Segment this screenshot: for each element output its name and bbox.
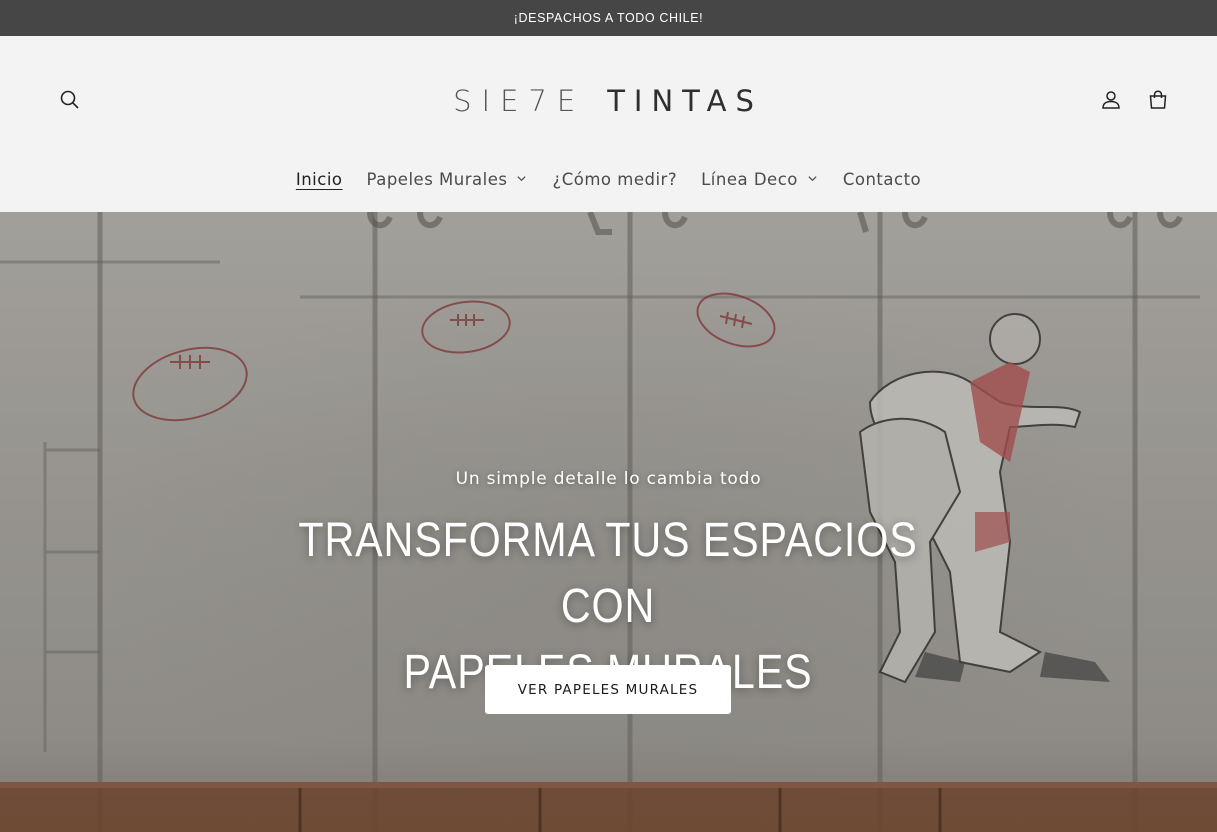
view-wallpapers-button[interactable]: VER PAPELES MURALES	[485, 665, 731, 714]
site-header: SIE7E TINTAS Inicio Papeles Murales ¿Cóm…	[0, 36, 1217, 212]
chevron-down-icon	[807, 173, 819, 185]
nav-item-label: Línea Deco	[701, 169, 798, 189]
hero-title-line-1: TRANSFORMA TUS ESPACIOS CON	[298, 514, 918, 633]
user-icon	[1102, 91, 1120, 109]
logo-word-tintas: TINTAS	[607, 84, 763, 118]
nav-item-label: Inicio	[295, 169, 343, 189]
nav-item-inicio[interactable]: Inicio	[284, 162, 355, 196]
nav-item-contacto[interactable]: Contacto	[831, 162, 933, 196]
nav-item-label: Papeles Murales	[366, 169, 508, 189]
main-navigation: Inicio Papeles Murales ¿Cómo medir? Líne…	[0, 162, 1217, 196]
search-icon	[60, 90, 79, 109]
hero-banner: Un simple detalle lo cambia todo TRANSFO…	[0, 212, 1217, 832]
nav-item-linea-deco[interactable]: Línea Deco	[689, 162, 831, 196]
announcement-text: ¡DESPACHOS A TODO CHILE!	[513, 11, 704, 25]
hero-subtitle: Un simple detalle lo cambia todo	[455, 469, 762, 489]
announcement-bar: ¡DESPACHOS A TODO CHILE!	[0, 0, 1217, 36]
chevron-down-icon	[516, 173, 528, 185]
nav-item-label: Contacto	[842, 169, 922, 189]
logo-word-sie7e: SIE7E	[453, 84, 586, 118]
account-button[interactable]	[1091, 80, 1131, 120]
site-logo[interactable]: SIE7E TINTAS	[408, 80, 808, 122]
cart-icon	[1149, 90, 1167, 109]
nav-item-papeles-murales[interactable]: Papeles Murales	[355, 162, 541, 196]
search-button[interactable]	[50, 80, 90, 120]
cart-button[interactable]	[1138, 80, 1178, 120]
nav-item-label: ¿Cómo medir?	[552, 169, 678, 189]
nav-item-como-medir[interactable]: ¿Cómo medir?	[540, 162, 689, 196]
